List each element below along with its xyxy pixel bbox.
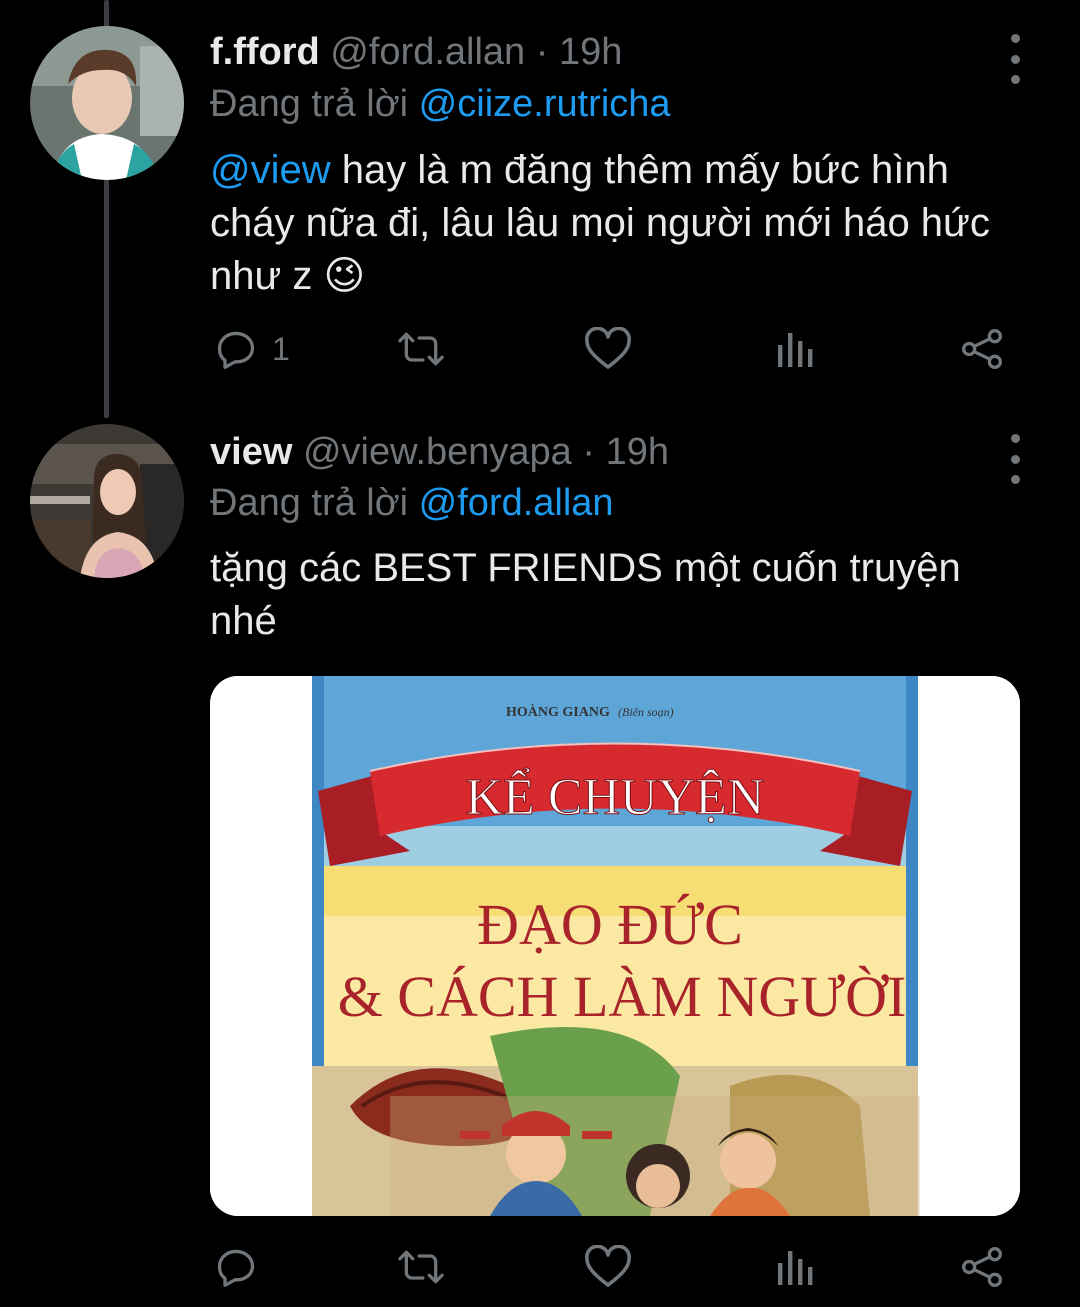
separator: · bbox=[582, 431, 596, 473]
mention-link[interactable]: @view bbox=[210, 148, 331, 192]
replying-to: Đang trả lời @ford.allan bbox=[210, 481, 614, 525]
replying-to-handle[interactable]: @ciize.rutricha bbox=[419, 83, 671, 125]
wink-emoji: 😉 bbox=[323, 254, 366, 298]
retweet-icon bbox=[398, 332, 444, 366]
book-title-line1: ĐẠO ĐỨC bbox=[477, 892, 743, 957]
separator: · bbox=[535, 31, 549, 73]
like-icon bbox=[585, 327, 631, 369]
user-handle[interactable]: @ford.allan bbox=[330, 31, 525, 73]
book-author-role: (Biên soạn) bbox=[618, 705, 674, 719]
tweet-actions: 1 bbox=[210, 324, 1010, 374]
like-button[interactable] bbox=[584, 324, 632, 374]
analytics-icon bbox=[778, 1251, 813, 1285]
reply-button[interactable] bbox=[214, 1242, 272, 1292]
share-button[interactable] bbox=[960, 1242, 1004, 1292]
avatar[interactable] bbox=[30, 424, 184, 578]
timestamp[interactable]: 19h bbox=[606, 431, 669, 473]
tweet-text: tặng các BEST FRIENDS một cuốn truyện nh… bbox=[210, 546, 961, 643]
avatar[interactable] bbox=[30, 26, 184, 180]
retweet-icon bbox=[398, 1250, 444, 1284]
tweet-text: @view hay là m đăng thêm mấy bức hình ch… bbox=[210, 144, 1040, 303]
book-cover-image: HOÀNG GIANG (Biên soạn) KỂ CHUYỆN ĐẠO ĐỨ… bbox=[210, 676, 1020, 1216]
analytics-button[interactable] bbox=[776, 1242, 816, 1292]
replying-to-label: Đang trả lời bbox=[210, 83, 409, 125]
tweet-image[interactable]: HOÀNG GIANG (Biên soạn) KỂ CHUYỆN ĐẠO ĐỨ… bbox=[210, 676, 1020, 1216]
reply-count: 1 bbox=[272, 330, 290, 367]
retweet-button[interactable] bbox=[396, 324, 446, 374]
reply-icon bbox=[217, 331, 255, 369]
replying-to-label: Đang trả lời bbox=[210, 482, 409, 524]
reply-button[interactable]: 1 bbox=[214, 324, 290, 374]
timestamp[interactable]: 19h bbox=[559, 31, 622, 73]
share-icon bbox=[962, 329, 1002, 369]
retweet-button[interactable] bbox=[396, 1242, 446, 1292]
user-handle[interactable]: @view.benyapa bbox=[303, 431, 572, 473]
like-button[interactable] bbox=[584, 1242, 632, 1292]
banner-title: KỂ CHUYỆN bbox=[466, 766, 765, 826]
tweet-actions bbox=[210, 1242, 1010, 1292]
book-author: HOÀNG GIANG bbox=[506, 703, 610, 720]
replying-to-handle[interactable]: @ford.allan bbox=[419, 482, 614, 524]
book-title-line2: & CÁCH LÀM NGƯỜI bbox=[338, 964, 907, 1029]
replying-to: Đang trả lời @ciize.rutricha bbox=[210, 82, 671, 126]
display-name[interactable]: f.fford bbox=[210, 31, 320, 73]
more-options-icon[interactable] bbox=[1000, 434, 1030, 484]
reply-icon bbox=[217, 1249, 255, 1287]
more-options-icon[interactable] bbox=[1000, 34, 1030, 84]
share-icon bbox=[962, 1247, 1002, 1287]
tweet-header: f.fford @ford.allan · 19h bbox=[210, 30, 622, 74]
tweet-header: view @view.benyapa · 19h bbox=[210, 430, 669, 474]
share-button[interactable] bbox=[960, 324, 1004, 374]
like-icon bbox=[585, 1245, 631, 1287]
display-name[interactable]: view bbox=[210, 431, 292, 473]
analytics-button[interactable] bbox=[776, 324, 816, 374]
analytics-icon bbox=[778, 333, 813, 367]
